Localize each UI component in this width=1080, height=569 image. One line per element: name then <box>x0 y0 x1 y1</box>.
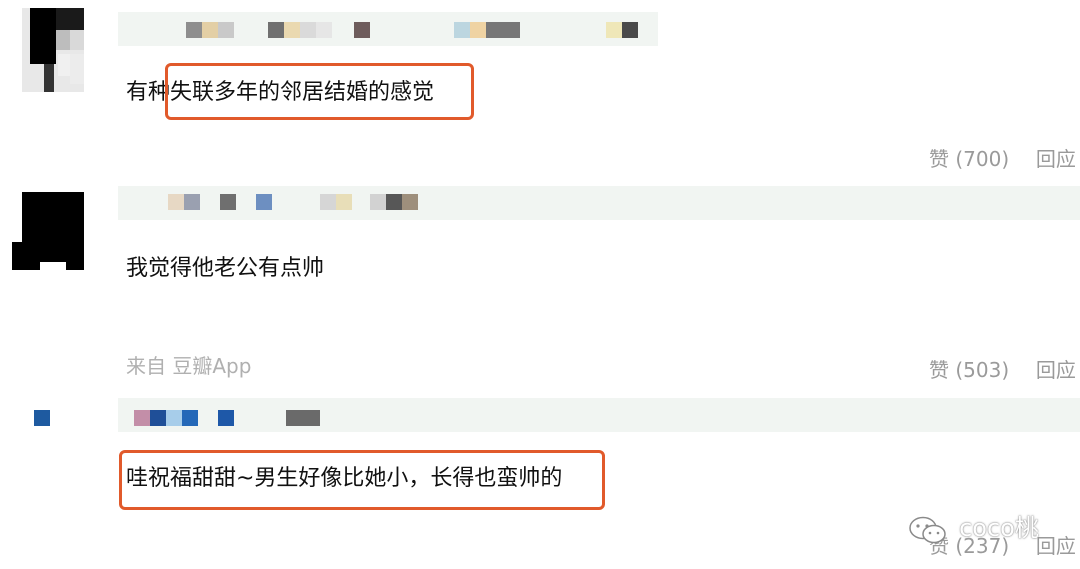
reply-button[interactable]: 回应 <box>1036 358 1076 382</box>
reply-button[interactable]: 回应 <box>1036 147 1076 171</box>
username-bar[interactable] <box>118 186 1080 220</box>
username-bar[interactable] <box>118 398 1080 432</box>
username-bar[interactable] <box>118 12 658 46</box>
comment-text: 我觉得他老公有点帅 <box>126 256 325 281</box>
reply-button[interactable]: 回应 <box>1036 534 1076 558</box>
like-button[interactable]: 赞 (503) <box>929 358 1009 382</box>
comment-source: 来自 豆瓣App <box>126 354 252 378</box>
watermark-text: coco桃 <box>959 514 1039 542</box>
user-avatar[interactable] <box>22 8 84 92</box>
user-avatar[interactable] <box>12 192 84 270</box>
highlight-box <box>119 450 605 510</box>
watermark: coco桃 <box>908 506 1039 545</box>
comment-actions: 赞 (503) 回应 <box>929 354 1076 383</box>
highlight-box <box>165 63 474 120</box>
user-avatar[interactable] <box>34 410 50 426</box>
comment-actions: 赞 (700) 回应 <box>929 143 1076 172</box>
wechat-icon <box>909 516 946 543</box>
like-button[interactable]: 赞 (700) <box>929 147 1009 171</box>
